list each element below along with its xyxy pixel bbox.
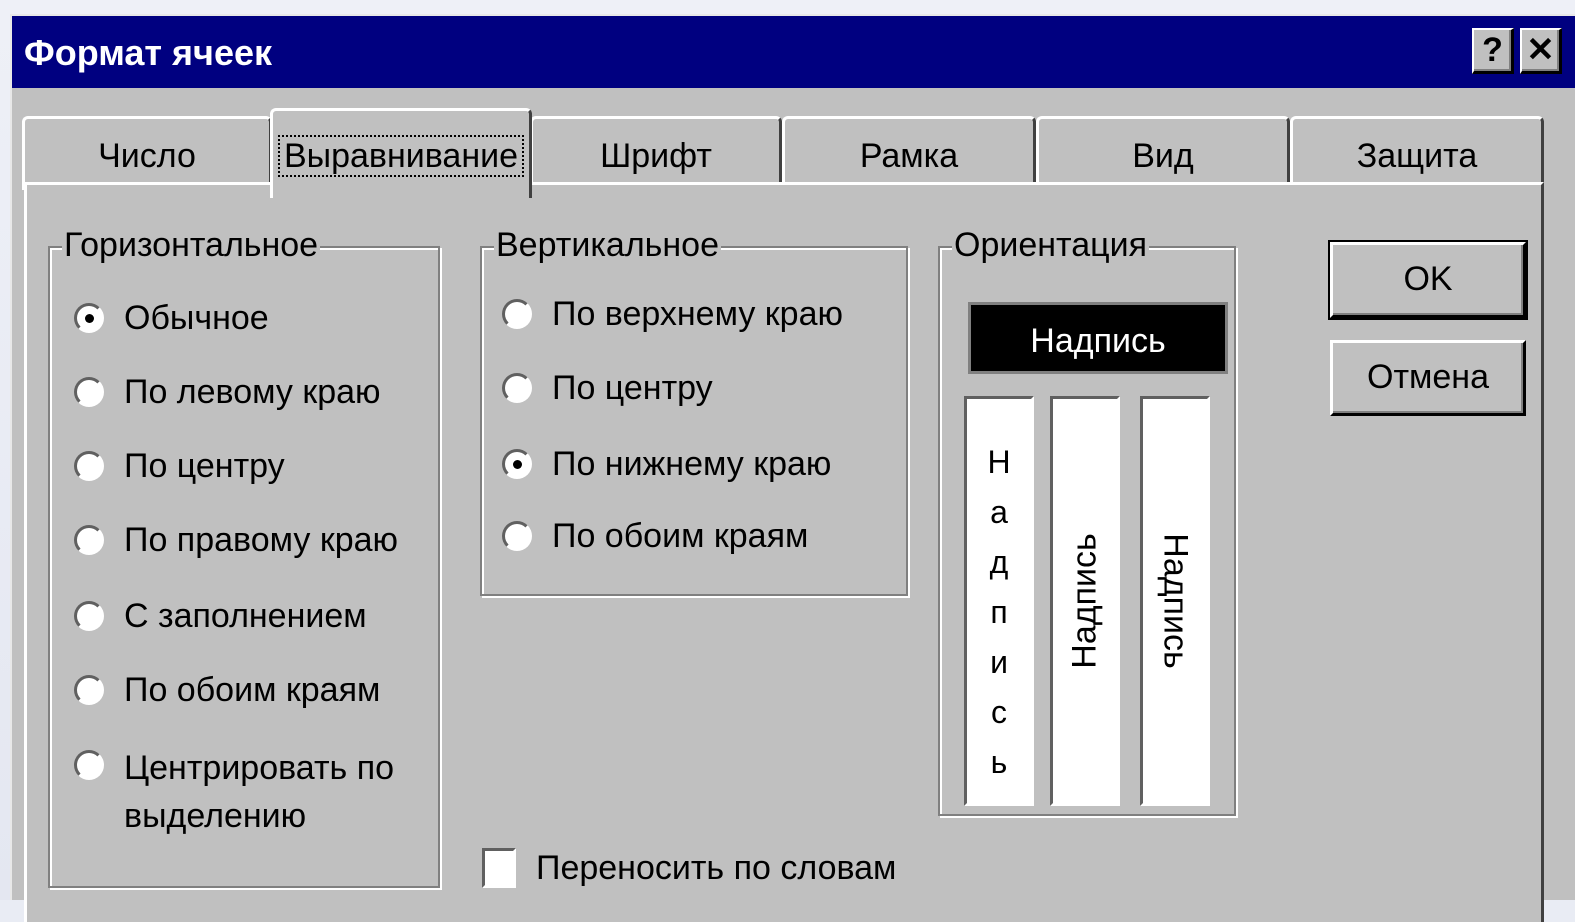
tab-label: Защита — [1356, 137, 1478, 175]
stacked-letter: п — [990, 594, 1008, 630]
stacked-letter: ь — [990, 744, 1008, 780]
radio-button[interactable] — [502, 521, 532, 551]
radio-label: По левому краю — [124, 372, 381, 411]
radio-label: По обоим краям — [552, 516, 809, 555]
help-icon[interactable]: ? — [1472, 28, 1514, 74]
radio-label: По верхнему краю — [552, 294, 843, 333]
radio-vertical-top[interactable]: По верхнему краю — [502, 292, 843, 336]
radio-label: По обоим краям — [124, 670, 381, 709]
tab-alignment[interactable]: Выравнивание — [270, 108, 532, 198]
format-cells-dialog: Формат ячеек ? ✕ Число Выравнивание Шриф… — [10, 14, 1575, 922]
tab-patterns[interactable]: Вид — [1036, 116, 1290, 190]
radio-button[interactable] — [74, 303, 104, 333]
rotated-text-up: Надпись — [1065, 533, 1104, 669]
stacked-letters: Н а д п и с ь — [967, 437, 1031, 787]
orientation-rotated-down-sample[interactable]: Надпись — [1140, 396, 1210, 806]
radio-label: По центру — [124, 446, 285, 485]
radio-horizontal-right[interactable]: По правому краю — [74, 518, 398, 562]
stacked-letter: с — [991, 694, 1007, 730]
radio-label-line1: Центрировать по — [124, 749, 395, 787]
radio-vertical-justify[interactable]: По обоим краям — [502, 514, 808, 558]
radio-button[interactable] — [502, 299, 532, 329]
window-title: Формат ячеек — [24, 32, 273, 73]
rotated-text-down: Надпись — [1156, 533, 1195, 669]
radio-vertical-center[interactable]: По центру — [502, 366, 713, 410]
radio-label: По правому краю — [124, 520, 399, 559]
close-icon[interactable]: ✕ — [1520, 28, 1562, 74]
stacked-letter: а — [990, 494, 1008, 530]
radio-horizontal-center[interactable]: По центру — [74, 444, 285, 488]
wrap-text-checkbox[interactable] — [482, 848, 516, 888]
wrap-text-label: Переносить по словам — [536, 848, 897, 887]
tab-label: Выравнивание — [277, 135, 525, 177]
tab-font[interactable]: Шрифт — [530, 116, 782, 190]
tab-label: Вид — [1132, 137, 1194, 175]
group-title: Ориентация — [952, 226, 1150, 265]
group-title: Вертикальное — [494, 226, 721, 265]
radio-button[interactable] — [502, 449, 532, 479]
wrap-text-checkbox-row[interactable]: Переносить по словам — [482, 848, 896, 888]
stacked-letter: Н — [987, 444, 1011, 480]
cancel-button[interactable]: Отмена — [1330, 340, 1526, 416]
radio-label-line2: выделению — [124, 797, 307, 835]
radio-vertical-bottom[interactable]: По нижнему краю — [502, 442, 831, 486]
radio-label: Обычное — [124, 298, 269, 337]
radio-button[interactable] — [74, 750, 104, 780]
radio-label: По центру — [552, 368, 713, 407]
tab-number[interactable]: Число — [22, 116, 272, 190]
orientation-rotated-up-sample[interactable]: Надпись — [1050, 396, 1120, 806]
tab-label: Шрифт — [600, 137, 712, 175]
radio-button[interactable] — [74, 525, 104, 555]
stacked-letter: д — [989, 544, 1009, 580]
radio-button[interactable] — [74, 601, 104, 631]
tab-border[interactable]: Рамка — [782, 116, 1036, 190]
radio-label: По нижнему краю — [552, 444, 832, 483]
tab-label: Число — [98, 137, 196, 175]
stacked-letter: и — [990, 644, 1008, 680]
ok-button[interactable]: OK — [1328, 240, 1528, 320]
orientation-horizontal-sample[interactable]: Надпись — [968, 302, 1228, 374]
orientation-stacked-sample[interactable]: Н а д п и с ь — [964, 396, 1034, 806]
radio-button[interactable] — [74, 451, 104, 481]
radio-horizontal-fill[interactable]: С заполнением — [74, 594, 367, 638]
radio-horizontal-justify[interactable]: По обоим краям — [74, 668, 380, 712]
radio-label: Центрировать по выделению — [124, 744, 394, 840]
radio-button[interactable] — [74, 377, 104, 407]
tab-label: Рамка — [859, 137, 959, 175]
radio-button[interactable] — [502, 373, 532, 403]
radio-horizontal-left[interactable]: По левому краю — [74, 370, 381, 414]
radio-label: С заполнением — [124, 596, 367, 635]
tab-protection[interactable]: Защита — [1290, 116, 1544, 190]
title-bar: Формат ячеек ? ✕ — [12, 16, 1575, 88]
radio-horizontal-center-across[interactable]: Центрировать по выделению — [74, 744, 394, 840]
radio-horizontal-general[interactable]: Обычное — [74, 296, 269, 340]
radio-button[interactable] — [74, 675, 104, 705]
group-title: Горизонтальное — [62, 226, 321, 265]
